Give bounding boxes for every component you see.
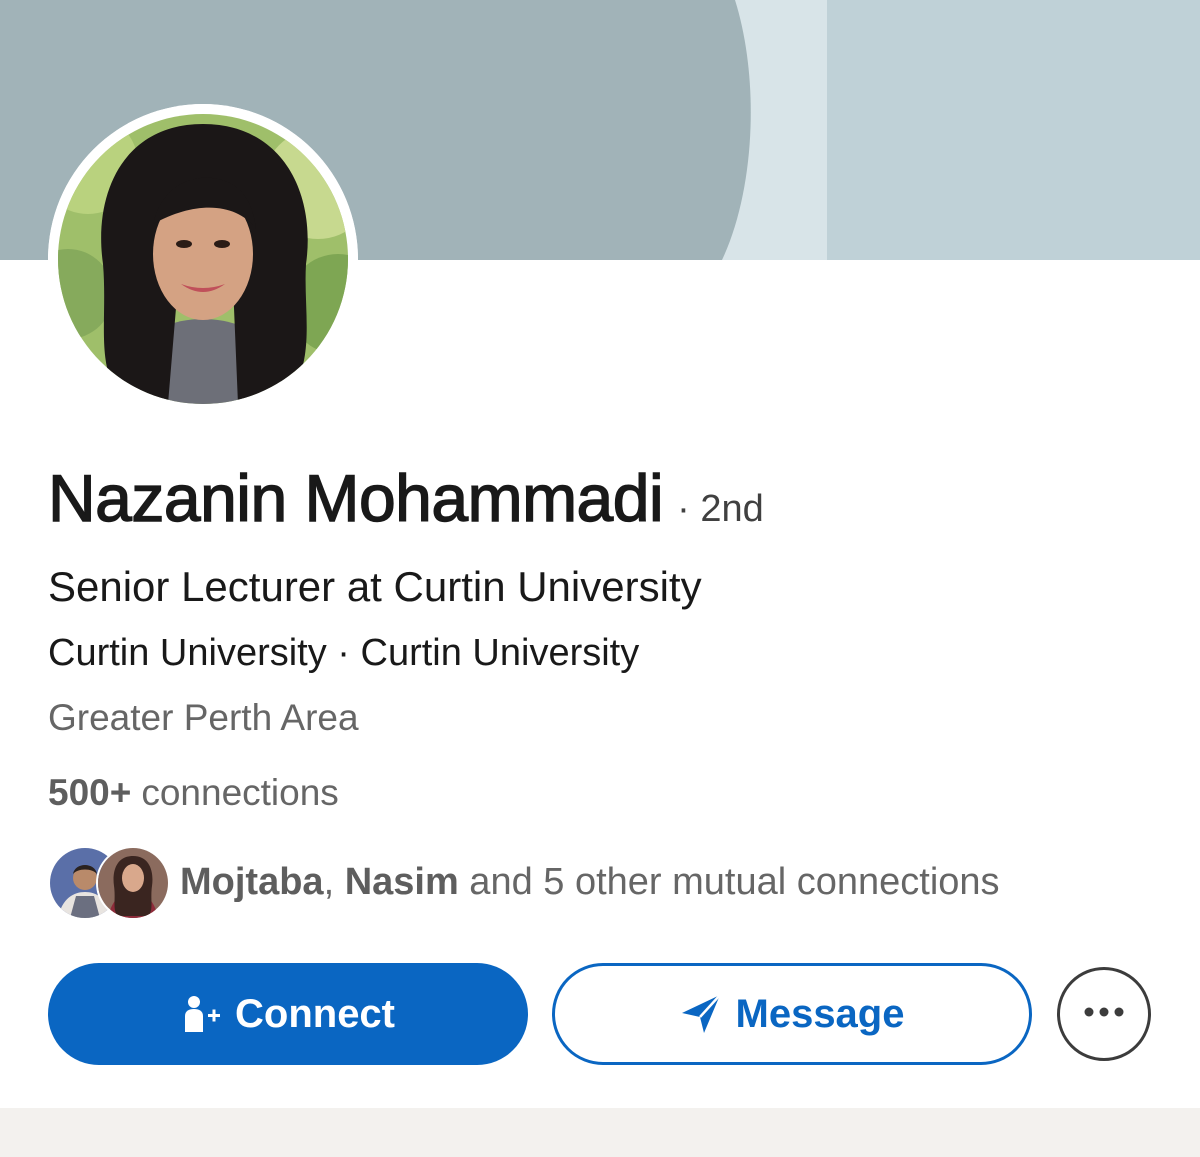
add-person-icon (181, 994, 221, 1034)
profile-company: Curtin University · Curtin University (48, 632, 640, 674)
connect-button[interactable]: Connect (48, 963, 528, 1065)
mutual-rest: and 5 other mutual connections (458, 860, 1000, 903)
message-button[interactable]: Message (552, 963, 1032, 1065)
profile-headline: Senior Lecturer at Curtin University (48, 563, 702, 610)
mutual-name-1: Mojtaba (180, 860, 324, 903)
connection-degree: · 2nd (677, 488, 764, 530)
mutual-connections[interactable]: Mojtaba, Nasim and 5 other mutual connec… (48, 846, 1000, 920)
mutual-avatar (96, 846, 170, 920)
message-label: Message (735, 991, 905, 1036)
mutual-separator: , (323, 860, 345, 903)
profile-location: Greater Perth Area (48, 697, 359, 738)
name-row: Nazanin Mohammadi · 2nd (47, 460, 764, 536)
section-divider (0, 1108, 1200, 1157)
mutual-name-2: Nasim (344, 860, 459, 903)
mutual-avatars (48, 846, 170, 920)
profile-photo[interactable] (48, 104, 358, 414)
connect-label: Connect (235, 991, 395, 1036)
send-icon (680, 993, 722, 1035)
ellipsis-icon (1082, 1005, 1126, 1023)
connections-number: 500+ (48, 772, 132, 813)
more-actions-button[interactable] (1057, 967, 1151, 1061)
connections-count[interactable]: 500+ connections (48, 772, 339, 814)
profile-name: Nazanin Mohammadi (47, 460, 664, 535)
mutual-connections-text: Mojtaba, Nasim and 5 other mutual connec… (180, 861, 1000, 904)
connections-label: connections (141, 772, 339, 813)
